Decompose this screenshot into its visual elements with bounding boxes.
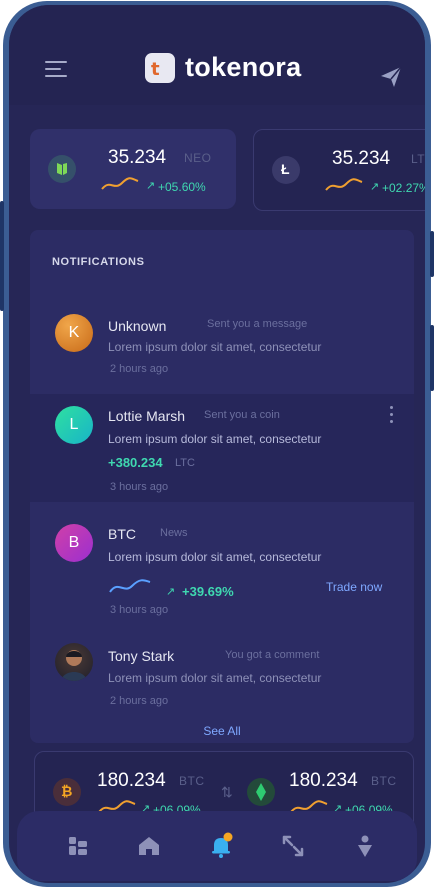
ticker-symbol: NEO [184,151,212,165]
notification-meta: Sent you a coin [204,409,280,421]
up-arrow-icon: ↗ [370,181,380,193]
up-arrow-icon: ↗ [146,180,156,192]
brand-name: tokenora [185,52,302,82]
notification-description: Lorem ipsum dolor sit amet, consectetur [108,550,322,564]
phone-side-button [430,325,434,391]
notification-meta: You got a comment [225,649,320,661]
notification-name: Unknown [108,318,167,334]
bell-icon[interactable] [206,831,236,861]
notification-time: 3 hours ago [110,481,169,493]
notification-meta: Sent you a message [207,318,308,330]
profile-icon[interactable] [350,831,380,861]
btc-change: +39.69% [182,584,234,599]
notification-description: Lorem ipsum dolor sit amet, consectetur [108,340,322,354]
logo-letter: t [151,59,160,80]
hamburger-menu-icon[interactable] [45,59,69,79]
notification-time: 2 hours ago [110,695,169,707]
dashboard-icon[interactable] [63,831,93,861]
brand-logo: t [145,53,175,83]
sparkline-icon [325,178,363,191]
see-all-link[interactable]: See All [30,724,414,738]
pair-symbol: BTC [179,774,205,788]
bitcoin-icon: ₿ [53,778,81,806]
avatar: B [55,524,93,562]
notification-time: 2 hours ago [110,363,169,375]
notifications-title: NOTIFICATIONS [52,256,145,268]
avatar [55,643,93,681]
ticker-symbol: LTC [411,152,425,166]
avatar: L [55,406,93,444]
avatar: K [55,314,93,352]
neo-coin-icon [48,155,76,183]
pair-price: 180.234 [97,770,166,791]
trade-now-link[interactable]: Trade now [326,580,382,594]
notification-name: Tony Stark [108,648,175,664]
ticker-price: 35.234 [332,148,391,169]
swap-icon[interactable] [278,831,308,861]
bottom-tab-bar [17,811,417,881]
ethereum-icon [247,778,275,806]
pair-symbol: BTC [371,774,397,788]
ticker-card-neo[interactable]: 35.234 NEO ↗ +05.60% [30,129,236,209]
sparkline-icon [109,579,151,593]
phone-side-button [430,231,434,277]
up-arrow-icon: ↗ [166,586,176,598]
litecoin-icon: Ł [272,156,300,184]
app-header: t tokenora [9,5,425,105]
more-options-icon[interactable] [390,406,394,424]
pair-price: 180.234 [289,770,358,791]
coin-unit: LTC [175,457,195,469]
app-screen: t tokenora 35.234 NEO ↗ +05.60% Ł 35.234… [9,5,425,883]
home-icon[interactable] [134,831,164,861]
notification-item[interactable]: K Unknown Sent you a message Lorem ipsum… [30,304,414,390]
ticker-price: 35.234 [108,147,167,168]
notification-name: Lottie Marsh [108,408,186,424]
ticker-card-ltc[interactable]: Ł 35.234 LTC ↗ +02.27% [253,129,425,211]
notifications-panel: NOTIFICATIONS K Unknown Sent you a messa… [30,230,414,743]
notification-description: Lorem ipsum dolor sit amet, consectetur [108,671,322,685]
sparkline-icon [101,177,139,190]
phone-frame: t tokenora 35.234 NEO ↗ +05.60% Ł 35.234… [0,1,434,887]
swap-pair-icon[interactable]: ⇅ [221,784,233,801]
notification-item[interactable]: B BTC News Lorem ipsum dolor sit amet, c… [30,512,414,630]
notification-item[interactable]: L Lottie Marsh Sent you a coin Lorem ips… [30,394,414,502]
notification-meta: News [160,527,188,539]
coin-amount: +380.234 [108,455,163,470]
phone-side-button [0,201,4,311]
notification-name: BTC [108,526,136,542]
notification-time: 3 hours ago [110,604,169,616]
notification-item[interactable]: Tony Stark You got a comment Lorem ipsum… [30,640,414,720]
notification-description: Lorem ipsum dolor sit amet, consectetur [108,432,322,446]
send-icon[interactable] [379,65,403,89]
ticker-change: +02.27% [382,181,425,195]
ticker-change: +05.60% [158,180,206,194]
